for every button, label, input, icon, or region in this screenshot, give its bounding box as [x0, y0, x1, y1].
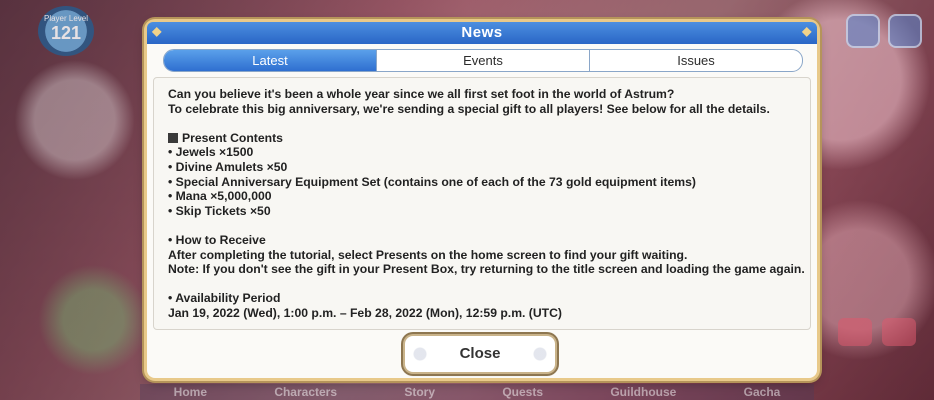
nav-gacha: Gacha	[743, 385, 781, 399]
player-level-label: Player Level	[43, 14, 89, 23]
close-button[interactable]: Close	[405, 336, 555, 372]
present-heading: Present Contents	[182, 130, 283, 145]
present-item: • Skip Tickets ×50	[168, 203, 271, 218]
ornament-icon: ◆	[152, 24, 162, 38]
news-content: Can you believe it's been a whole year s…	[168, 87, 805, 321]
tab-issues[interactable]: Issues	[589, 50, 802, 71]
expand-icon	[888, 14, 922, 48]
nav-story: Story	[404, 385, 436, 399]
nav-quests: Quests	[502, 385, 544, 399]
receive-line-1: After completing the tutorial, select Pr…	[168, 247, 688, 262]
period-text: Jan 19, 2022 (Wed), 1:00 p.m. – Feb 28, …	[168, 305, 562, 320]
dialog-header: ◆ News ◆	[147, 22, 817, 44]
receive-line-2: Note: If you don't see the gift in your …	[168, 262, 805, 277]
player-level-value: 121	[50, 23, 82, 43]
present-item: • Divine Amulets ×50	[168, 159, 288, 174]
top-right-icons	[846, 14, 922, 48]
present-item: • Mana ×5,000,000	[168, 189, 272, 204]
news-tabs: Latest Events Issues	[163, 49, 803, 72]
receive-heading: • How to Receive	[168, 232, 266, 247]
nav-guildhouse: Guildhouse	[610, 385, 677, 399]
news-content-box[interactable]: Can you believe it's been a whole year s…	[153, 77, 811, 330]
present-icon	[882, 318, 916, 346]
intro-line-2: To celebrate this big anniversary, we're…	[168, 101, 770, 116]
bottom-nav: Home Characters Story Quests Guildhouse …	[140, 384, 814, 400]
intro-line-1: Can you believe it's been a whole year s…	[168, 87, 675, 101]
nav-home: Home	[173, 385, 207, 399]
tab-latest[interactable]: Latest	[164, 50, 376, 71]
square-bullet-icon	[168, 132, 178, 143]
present-heading-row: Present Contents	[168, 131, 798, 146]
menu-icon	[846, 14, 880, 48]
ornament-icon: ◆	[802, 24, 812, 38]
player-level-badge: Player Level 121	[38, 6, 94, 56]
present-item: • Special Anniversary Equipment Set (con…	[168, 174, 696, 189]
present-item: • Jewels ×1500	[168, 145, 254, 160]
mission-icon	[838, 318, 872, 346]
tab-events[interactable]: Events	[376, 50, 589, 71]
dialog-title: News	[461, 24, 503, 41]
period-heading: • Availability Period	[168, 291, 281, 306]
news-dialog: ◆ News ◆ Latest Events Issues Can you be…	[147, 22, 817, 378]
nav-characters: Characters	[274, 385, 338, 399]
